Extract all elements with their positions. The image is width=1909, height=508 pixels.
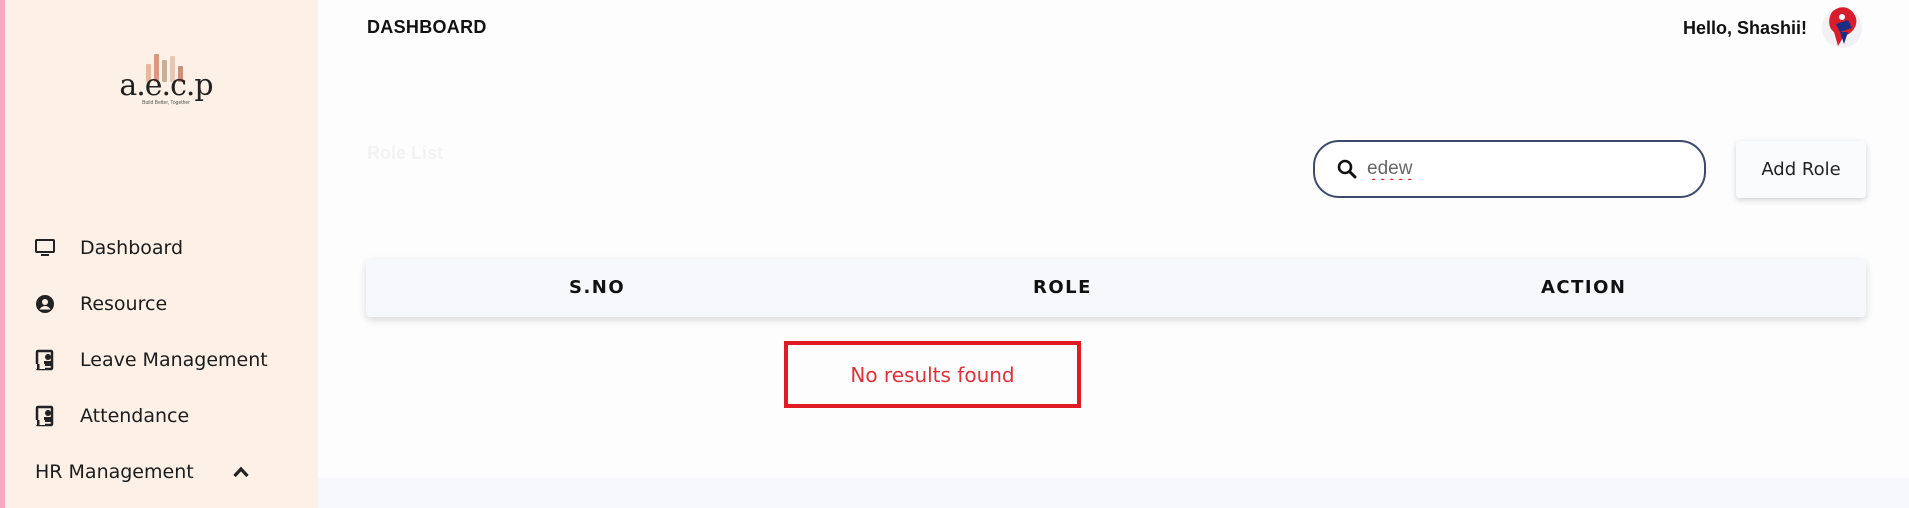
sidebar-item-attendance[interactable]: Attendance xyxy=(5,396,318,436)
sidebar-item-dashboard[interactable]: Dashboard xyxy=(5,228,318,268)
avatar[interactable] xyxy=(1818,2,1864,50)
column-header-sno: S.NO xyxy=(569,277,626,298)
page-title: DASHBOARD xyxy=(367,17,487,37)
column-header-action: ACTION xyxy=(1541,277,1627,298)
sidebar-item-label: Attendance xyxy=(80,405,190,427)
contact-book-icon xyxy=(33,348,57,372)
brand-logo[interactable]: a.e.c.p Build Better, Together xyxy=(110,52,222,112)
chevron-up-icon[interactable] xyxy=(230,461,252,483)
search-input[interactable] xyxy=(1367,154,1687,184)
sidebar-item-label: Resource xyxy=(80,293,168,315)
user-circle-icon xyxy=(33,292,57,316)
table-header: S.NO ROLE ACTION xyxy=(366,259,1866,317)
add-role-button[interactable]: Add Role xyxy=(1736,141,1866,198)
sidebar-group-hr-management[interactable]: HR Management xyxy=(5,452,318,492)
main-content: DASHBOARD Hello, Shashii! Role List Add … xyxy=(318,0,1909,508)
user-greeting: Hello, Shashii! xyxy=(1683,18,1808,38)
sidebar-group-label: HR Management xyxy=(35,461,194,483)
monitor-icon xyxy=(33,236,57,260)
column-header-role: ROLE xyxy=(1033,277,1092,298)
logo-tagline: Build Better, Together xyxy=(142,100,190,106)
section-title: Role List xyxy=(367,143,444,163)
sidebar: a.e.c.p Build Better, Together Dashboard… xyxy=(5,0,318,508)
main-footer xyxy=(318,478,1909,508)
search-icon xyxy=(1337,159,1359,181)
empty-state-message: No results found xyxy=(784,341,1081,408)
contact-book-icon xyxy=(33,404,57,428)
sidebar-item-label: Leave Management xyxy=(80,349,268,371)
search-box[interactable] xyxy=(1313,140,1706,198)
sidebar-item-label: Dashboard xyxy=(80,237,184,259)
sidebar-item-resource[interactable]: Resource xyxy=(5,284,318,324)
logo-text: a.e.c.p xyxy=(119,68,213,103)
sidebar-item-leave-management[interactable]: Leave Management xyxy=(5,340,318,380)
